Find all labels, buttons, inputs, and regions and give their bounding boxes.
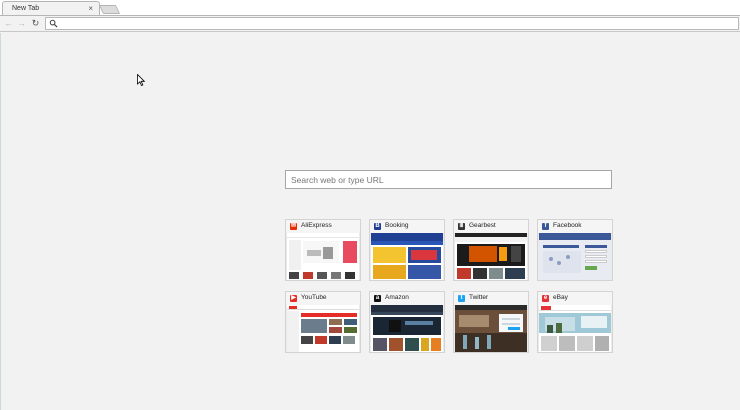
tile-label: Booking [385,222,409,229]
twitter-icon: t [458,295,465,302]
site-thumbnail [539,305,611,352]
speed-dial-tile-aliexpress[interactable]: ✉ AliExpress [285,219,361,281]
tile-header: ▶ YouTube [286,292,360,305]
tile-header: t Twitter [454,292,528,305]
close-icon[interactable]: × [88,4,93,14]
tab-strip: New Tab × [0,0,740,17]
search-input[interactable] [291,171,606,188]
site-thumbnail [539,233,611,280]
amazon-icon: a [374,295,381,302]
site-thumbnail [287,305,359,352]
speed-dial-tile-gearbest[interactable]: Ⅲ Gearbest [453,219,529,281]
toolbar: ← → ↻ [0,16,740,32]
address-bar[interactable] [45,17,739,30]
speed-dial-tile-facebook[interactable]: f Facebook [537,219,613,281]
address-input[interactable] [60,18,730,29]
site-thumbnail [455,233,527,280]
booking-icon: B [374,223,381,230]
tile-label: Amazon [385,294,409,301]
site-thumbnail [287,233,359,280]
search-box[interactable] [285,170,612,189]
back-arrow-icon[interactable]: ← [3,18,14,29]
tile-header: a Amazon [370,292,444,305]
aliexpress-icon: ✉ [290,223,297,230]
tile-header: f Facebook [538,220,612,233]
site-thumbnail [455,305,527,352]
ebay-icon: e [542,295,549,302]
tile-label: AliExpress [301,222,332,229]
new-tab-button[interactable] [98,5,121,14]
site-thumbnail [371,233,443,280]
tile-label: Facebook [553,222,582,229]
tab-title: New Tab [12,5,40,12]
speed-dial-tile-twitter[interactable]: t Twitter [453,291,529,353]
tile-label: Twitter [469,294,489,301]
tile-label: eBay [553,294,568,301]
site-thumbnail [371,305,443,352]
tile-header: B Booking [370,220,444,233]
search-icon [49,19,58,28]
tile-label: Gearbest [469,222,496,229]
reload-icon[interactable]: ↻ [30,18,41,29]
youtube-icon: ▶ [290,295,297,302]
tile-label: YouTube [301,294,327,301]
tile-header: Ⅲ Gearbest [454,220,528,233]
speed-dial-tile-youtube[interactable]: ▶ YouTube [285,291,361,353]
facebook-icon: f [542,223,549,230]
speed-dial-tile-booking[interactable]: B Booking [369,219,445,281]
speed-dial-tile-ebay[interactable]: e eBay [537,291,613,353]
speed-dial-tile-amazon[interactable]: a Amazon [369,291,445,353]
tile-header: e eBay [538,292,612,305]
mouse-cursor-icon [137,74,145,86]
tile-header: ✉ AliExpress [286,220,360,233]
content-edge [0,33,1,410]
forward-arrow-icon[interactable]: → [16,18,27,29]
gearbest-icon: Ⅲ [458,223,465,230]
